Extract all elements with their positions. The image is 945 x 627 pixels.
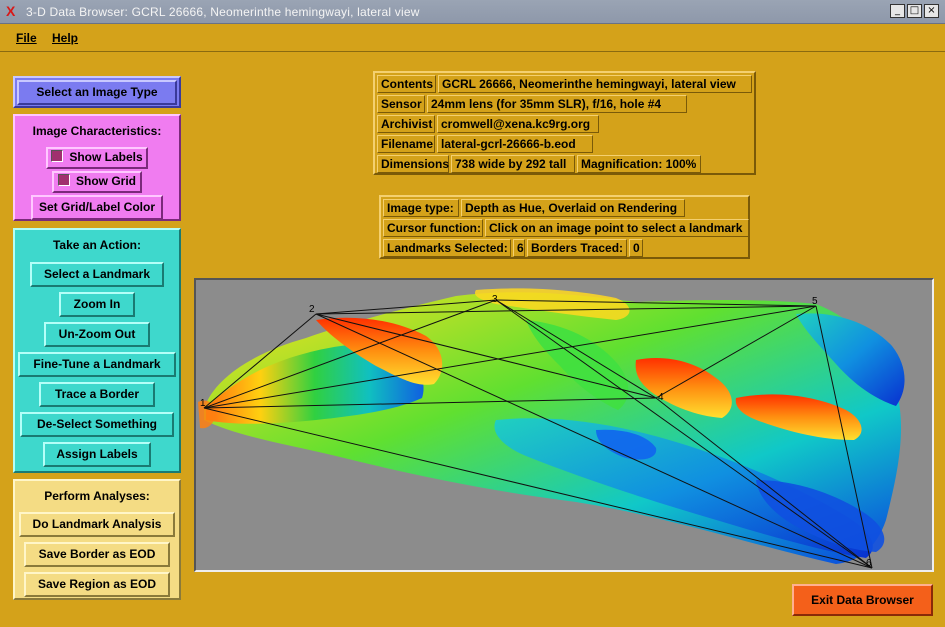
image-viewport[interactable]: 1 2 3 4 5 6 [194, 278, 934, 572]
cursor-function-label: Cursor function: [383, 219, 483, 237]
assign-labels-button[interactable]: Assign Labels [43, 442, 151, 467]
show-labels-label: Show Labels [69, 150, 143, 164]
select-landmark-button[interactable]: Select a Landmark [30, 262, 164, 287]
window-title: 3-D Data Browser: GCRL 26666, Neomerinth… [26, 5, 420, 19]
take-action-title: Take an Action: [52, 238, 141, 252]
sensor-value: 24mm lens (for 35mm SLR), f/16, hole #4 [427, 95, 687, 113]
borders-traced-label: Borders Traced: [527, 239, 627, 257]
dimensions-value: 738 wide by 292 tall [451, 155, 575, 173]
image-characteristics-panel: Image Characteristics: Show Labels Show … [13, 114, 181, 221]
contents-label: Contents [377, 75, 436, 93]
show-grid-toggle[interactable]: Show Grid [52, 171, 142, 193]
show-labels-checkbox-icon [51, 150, 64, 162]
show-grid-label: Show Grid [76, 174, 136, 188]
menu-file[interactable]: File [16, 31, 37, 45]
set-grid-label-color-button[interactable]: Set Grid/Label Color [31, 195, 163, 220]
minimize-button[interactable]: _ [890, 4, 905, 18]
image-characteristics-title: Image Characteristics: [32, 124, 162, 138]
select-image-type-panel: Select an Image Type [13, 76, 181, 108]
fine-tune-landmark-button[interactable]: Fine-Tune a Landmark [18, 352, 176, 377]
zoom-in-button[interactable]: Zoom In [59, 292, 135, 317]
deselect-something-button[interactable]: De-Select Something [20, 412, 174, 437]
landmarks-selected-label: Landmarks Selected: [383, 239, 511, 257]
landmark-label: 2 [309, 304, 315, 315]
depth-hue-rendering[interactable]: 1 2 3 4 5 6 [196, 280, 932, 570]
select-image-type-button[interactable]: Select an Image Type [17, 80, 177, 105]
perform-analyses-title: Perform Analyses: [44, 489, 150, 503]
landmark-label: 4 [658, 392, 664, 403]
window-controls: _ □ × [890, 4, 939, 18]
magnification-value: Magnification: 100% [577, 155, 701, 173]
filename-label: Filename [377, 135, 435, 153]
trace-border-button[interactable]: Trace a Border [39, 382, 155, 407]
archivist-label: Archivist [377, 115, 435, 133]
close-button[interactable]: × [924, 4, 939, 18]
dimensions-label: Dimensions [377, 155, 449, 173]
image-type-label: Image type: [383, 199, 459, 217]
menu-bar: File Help [0, 24, 945, 52]
image-info-table: Contents GCRL 26666, Neomerinthe hemingw… [373, 71, 756, 175]
borders-traced-value: 0 [629, 239, 643, 257]
filename-value: lateral-gcrl-26666-b.eod [437, 135, 593, 153]
save-region-eod-button[interactable]: Save Region as EOD [24, 572, 170, 597]
landmark-label: 5 [812, 296, 818, 307]
status-table: Image type: Depth as Hue, Overlaid on Re… [379, 195, 750, 259]
x-logo-icon: X [6, 3, 16, 19]
contents-value: GCRL 26666, Neomerinthe hemingwayi, late… [438, 75, 752, 93]
landmark-label: 6 [866, 558, 872, 569]
landmark-label: 1 [200, 398, 206, 409]
landmark-label: 3 [492, 294, 498, 305]
maximize-button[interactable]: □ [907, 4, 922, 18]
perform-analyses-panel: Perform Analyses: Do Landmark Analysis S… [13, 479, 181, 600]
cursor-function-value: Click on an image point to select a land… [485, 219, 749, 237]
sensor-label: Sensor [377, 95, 425, 113]
landmark-analysis-button[interactable]: Do Landmark Analysis [19, 512, 175, 537]
menu-help[interactable]: Help [52, 31, 78, 45]
menu-file-label: File [16, 31, 37, 45]
image-type-value: Depth as Hue, Overlaid on Rendering [461, 199, 685, 217]
landmarks-selected-value: 6 [513, 239, 525, 257]
archivist-value: cromwell@xena.kc9rg.org [437, 115, 599, 133]
title-bar: X 3-D Data Browser: GCRL 26666, Neomerin… [0, 0, 945, 24]
exit-data-browser-button[interactable]: Exit Data Browser [792, 584, 933, 616]
unzoom-out-button[interactable]: Un-Zoom Out [44, 322, 150, 347]
menu-help-label: Help [52, 31, 79, 45]
take-action-panel: Take an Action: Select a Landmark Zoom I… [13, 228, 181, 473]
show-labels-toggle[interactable]: Show Labels [46, 147, 148, 169]
show-grid-checkbox-icon [58, 174, 70, 186]
save-border-eod-button[interactable]: Save Border as EOD [24, 542, 170, 567]
